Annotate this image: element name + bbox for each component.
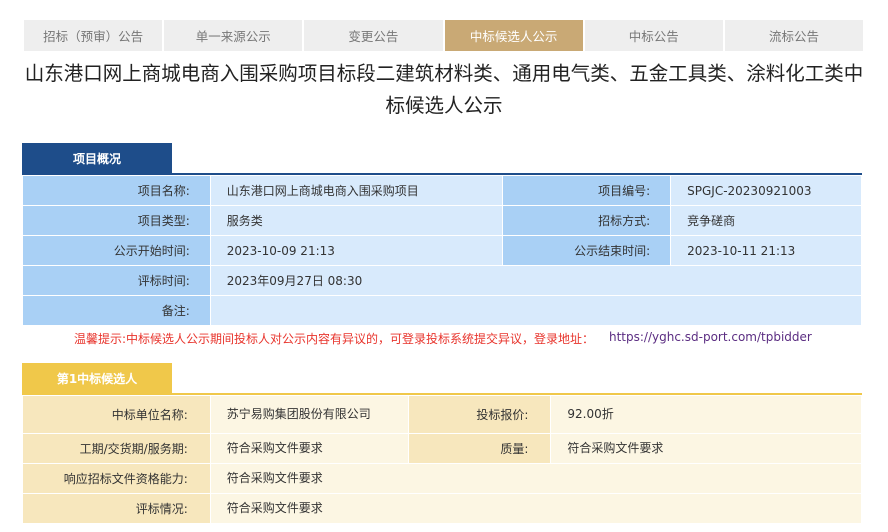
tab-failed-announcement[interactable]: 流标公告 bbox=[724, 20, 864, 51]
project-type-label: 项目类型: bbox=[22, 205, 211, 236]
project-name-label: 项目名称: bbox=[22, 175, 211, 206]
bid-method-value: 竞争磋商 bbox=[670, 205, 862, 236]
table-row: 公示开始时间: 2023-10-09 21:13 公示结束时间: 2023-10… bbox=[22, 235, 862, 266]
table-row: 中标单位名称: 苏宁易购集团股份有限公司 投标报价: 92.00折 bbox=[22, 395, 862, 434]
table-row: 备注: bbox=[22, 295, 863, 326]
table-row: 响应招标文件资格能力: 符合采购文件要求 bbox=[22, 463, 863, 494]
quality-value: 符合采购文件要求 bbox=[550, 433, 862, 464]
page-title: 山东港口网上商城电商入围采购项目标段二建筑材料类、通用电气类、五金工具类、涂料化… bbox=[24, 62, 864, 117]
evaluation-label: 评标情况: bbox=[22, 493, 211, 524]
project-name-value: 山东港口网上商城电商入围采购项目 bbox=[209, 175, 504, 206]
table-row: 评标时间: 2023年09月27日 08:30 bbox=[22, 265, 863, 296]
tab-bid-announcement[interactable]: 招标（预审）公告 bbox=[24, 20, 163, 51]
project-code-value: SPGJC-20230921003 bbox=[670, 175, 862, 206]
bid-method-label: 招标方式: bbox=[502, 205, 672, 236]
project-type-value: 服务类 bbox=[209, 205, 504, 236]
eval-time-value: 2023年09月27日 08:30 bbox=[209, 265, 863, 296]
bid-price-value: 92.00折 bbox=[550, 395, 862, 434]
winner-unit-label: 中标单位名称: bbox=[22, 395, 211, 434]
end-time-value: 2023-10-11 21:13 bbox=[670, 235, 862, 266]
remark-label: 备注: bbox=[22, 295, 211, 326]
table-row: 工期/交货期/服务期: 符合采购文件要求 质量: 符合采购文件要求 bbox=[22, 433, 862, 464]
start-time-value: 2023-10-09 21:13 bbox=[209, 235, 504, 266]
tab-award-announcement[interactable]: 中标公告 bbox=[584, 20, 723, 51]
project-overview-table: 项目名称: 山东港口网上商城电商入围采购项目 项目编号: SPGJC-20230… bbox=[22, 175, 863, 326]
candidate-table: 中标单位名称: 苏宁易购集团股份有限公司 投标报价: 92.00折 工期/交货期… bbox=[22, 395, 863, 524]
period-value: 符合采购文件要求 bbox=[209, 433, 409, 464]
objection-notice: 温馨提示:中标候选人公示期间投标人对公示内容有异议的，可登录投标系统提交异议，登… bbox=[74, 332, 595, 346]
qualification-label: 响应招标文件资格能力: bbox=[22, 463, 211, 494]
remark-value bbox=[209, 295, 863, 326]
winner-unit-value: 苏宁易购集团股份有限公司 bbox=[209, 395, 409, 434]
table-row: 评标情况: 符合采购文件要求 bbox=[22, 493, 863, 524]
table-row: 项目类型: 服务类 招标方式: 竞争磋商 bbox=[22, 205, 862, 236]
candidate-header: 第1中标候选人 bbox=[22, 363, 172, 394]
announcement-tabs: 招标（预审）公告 单一来源公示 变更公告 中标候选人公示 中标公告 流标公告 bbox=[24, 20, 864, 51]
start-time-label: 公示开始时间: bbox=[22, 235, 211, 266]
qualification-value: 符合采购文件要求 bbox=[209, 463, 863, 494]
table-row: 项目名称: 山东港口网上商城电商入围采购项目 项目编号: SPGJC-20230… bbox=[22, 175, 862, 206]
tab-change-announcement[interactable]: 变更公告 bbox=[304, 20, 443, 51]
bidder-login-link[interactable]: https://yghc.sd-port.com/tpbidder bbox=[609, 330, 812, 344]
project-code-label: 项目编号: bbox=[502, 175, 672, 206]
eval-time-label: 评标时间: bbox=[22, 265, 211, 296]
tab-candidate-announcement[interactable]: 中标候选人公示 bbox=[444, 20, 583, 51]
period-label: 工期/交货期/服务期: bbox=[22, 433, 211, 464]
project-overview-header: 项目概况 bbox=[22, 143, 172, 174]
tab-single-source[interactable]: 单一来源公示 bbox=[164, 20, 303, 51]
end-time-label: 公示结束时间: bbox=[502, 235, 672, 266]
evaluation-value: 符合采购文件要求 bbox=[209, 493, 863, 524]
bid-price-label: 投标报价: bbox=[407, 395, 552, 434]
quality-label: 质量: bbox=[407, 433, 552, 464]
